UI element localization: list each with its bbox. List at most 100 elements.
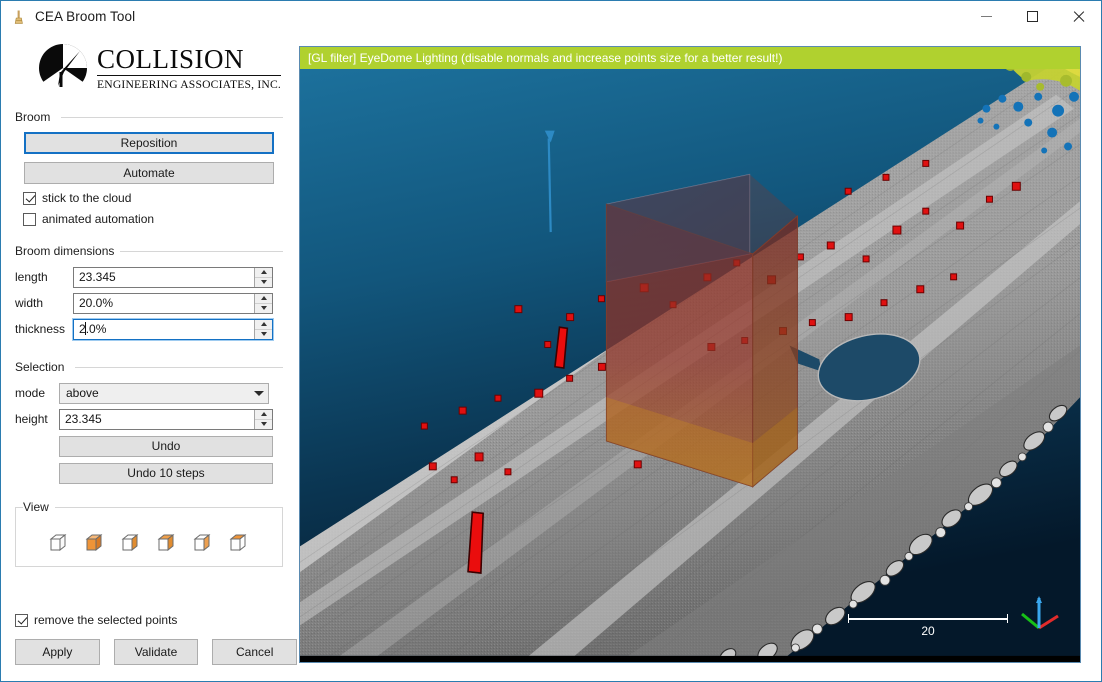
height-step-down[interactable] xyxy=(255,418,272,429)
scale-bar: 20 xyxy=(848,614,1008,638)
thickness-stepper[interactable] xyxy=(254,319,272,339)
broom-dimensions-group: Broom dimensions xyxy=(15,238,283,258)
collision-logo-mark xyxy=(37,42,89,94)
view-cube-front-button[interactable] xyxy=(48,532,70,554)
close-button[interactable] xyxy=(1055,1,1101,32)
view-cube-right-button[interactable] xyxy=(120,532,142,554)
point-cloud-viewport[interactable]: [GL filter] EyeDome Lighting (disable no… xyxy=(299,46,1081,663)
mode-value: above xyxy=(66,386,99,400)
action-buttons: Apply Validate Cancel xyxy=(15,639,298,665)
length-stepper[interactable] xyxy=(254,267,272,287)
chevron-down-icon xyxy=(260,332,267,336)
scale-bar-line xyxy=(848,614,1008,623)
width-step-up[interactable] xyxy=(255,294,272,303)
thickness-step-down[interactable] xyxy=(255,328,272,339)
width-value: 20.0% xyxy=(79,296,114,310)
width-input[interactable]: 20.0% xyxy=(73,292,273,314)
thickness-row: thickness 2.0% xyxy=(15,317,297,341)
chevron-up-icon xyxy=(260,270,267,274)
remove-points-checkbox[interactable] xyxy=(15,613,28,627)
height-input[interactable]: 23.345 xyxy=(59,408,273,430)
chevron-up-icon xyxy=(260,296,267,300)
width-row: width 20.0% xyxy=(15,292,297,314)
logo-main-text: COLLISION xyxy=(97,43,244,74)
length-input[interactable]: 23.345 xyxy=(73,266,273,288)
scale-bar-label: 20 xyxy=(921,624,935,638)
logo-divider xyxy=(97,74,282,76)
group-divider xyxy=(61,117,283,118)
apply-button[interactable]: Apply xyxy=(15,639,100,665)
company-logo: COLLISION ENGINEERING ASSOCIATES, INC. xyxy=(37,40,297,96)
gl-filter-banner: [GL filter] EyeDome Lighting (disable no… xyxy=(300,47,1080,69)
undo-buttons: Undo Undo 10 steps xyxy=(59,436,297,484)
stick-to-cloud-label: stick to the cloud xyxy=(42,191,132,205)
maximize-button[interactable] xyxy=(1009,1,1055,32)
undo-button[interactable]: Undo xyxy=(59,436,273,457)
mode-row: mode above xyxy=(15,382,297,404)
selection-group: Selection xyxy=(15,354,283,374)
animated-automation-row[interactable]: animated automation xyxy=(23,212,297,226)
thickness-step-up[interactable] xyxy=(255,320,272,329)
group-divider xyxy=(75,367,283,368)
height-stepper[interactable] xyxy=(254,409,272,429)
view-cube-top-front-button[interactable] xyxy=(156,532,178,554)
length-step-up[interactable] xyxy=(255,268,272,277)
validate-button[interactable]: Validate xyxy=(113,639,199,665)
panel-footer: remove the selected points Apply Validat… xyxy=(1,606,298,665)
cancel-button[interactable]: Cancel xyxy=(212,639,298,665)
remove-points-row[interactable]: remove the selected points xyxy=(15,613,297,627)
width-stepper[interactable] xyxy=(254,293,272,313)
height-step-up[interactable] xyxy=(255,410,272,419)
broom-dimensions-title: Broom dimensions xyxy=(15,244,121,258)
settings-panel: COLLISION ENGINEERING ASSOCIATES, INC. B… xyxy=(1,32,298,681)
close-icon xyxy=(1072,10,1085,23)
mode-label: mode xyxy=(15,386,46,400)
broom-group-content: Reposition Automate stick to the cloud a… xyxy=(1,132,297,226)
broom-group: Broom xyxy=(15,104,283,124)
selection-content: mode above height 23.345 Undo Undo 10 st… xyxy=(1,382,297,484)
length-label: length xyxy=(15,270,48,284)
chevron-up-icon xyxy=(260,322,267,326)
reposition-button[interactable]: Reposition xyxy=(24,132,274,154)
thickness-value: 2.0% xyxy=(74,322,254,336)
group-divider xyxy=(57,507,283,508)
stick-to-cloud-row[interactable]: stick to the cloud xyxy=(23,191,297,205)
length-step-down[interactable] xyxy=(255,276,272,287)
chevron-down-icon[interactable] xyxy=(250,390,268,396)
view-cube-all-button[interactable] xyxy=(84,532,106,554)
length-row: length 23.345 xyxy=(15,266,297,288)
animated-automation-label: animated automation xyxy=(42,212,155,226)
view-cube-side-button[interactable] xyxy=(192,532,214,554)
thickness-value-after: .0% xyxy=(85,322,107,336)
minimize-icon xyxy=(980,16,992,17)
main-body: COLLISION ENGINEERING ASSOCIATES, INC. B… xyxy=(1,32,1101,681)
window-controls xyxy=(963,1,1101,32)
view-cube-top-button[interactable] xyxy=(228,532,250,554)
width-step-down[interactable] xyxy=(255,302,272,313)
height-label: height xyxy=(15,412,48,426)
group-divider xyxy=(119,251,283,252)
automate-button[interactable]: Automate xyxy=(24,162,274,184)
window-title: CEA Broom Tool xyxy=(35,9,136,24)
length-value: 23.345 xyxy=(79,270,116,284)
broom-selection-box xyxy=(605,173,798,488)
height-value: 23.345 xyxy=(65,412,102,426)
animated-automation-checkbox[interactable] xyxy=(23,212,36,226)
3d-scene xyxy=(300,47,1080,656)
title-bar: CEA Broom Tool xyxy=(1,1,1101,32)
selection-group-title: Selection xyxy=(15,360,71,374)
mode-select[interactable]: above xyxy=(59,382,269,404)
logo-sub-text: ENGINEERING ASSOCIATES, INC. xyxy=(97,77,282,91)
stick-to-cloud-checkbox[interactable] xyxy=(23,191,36,205)
app-window: CEA Broom Tool COLLISION ENGINEERING ASS… xyxy=(0,0,1102,682)
minimize-button[interactable] xyxy=(963,1,1009,32)
undo-10-steps-button[interactable]: Undo 10 steps xyxy=(59,463,273,484)
chevron-up-icon xyxy=(260,412,267,416)
height-row: height 23.345 xyxy=(15,408,297,430)
width-label: width xyxy=(15,296,44,310)
thickness-input[interactable]: 2.0% xyxy=(72,317,274,341)
view-buttons-row xyxy=(15,507,283,567)
xyz-axis-gizmo xyxy=(1016,594,1062,640)
remove-points-label: remove the selected points xyxy=(34,613,178,627)
view-group: View xyxy=(15,500,283,567)
